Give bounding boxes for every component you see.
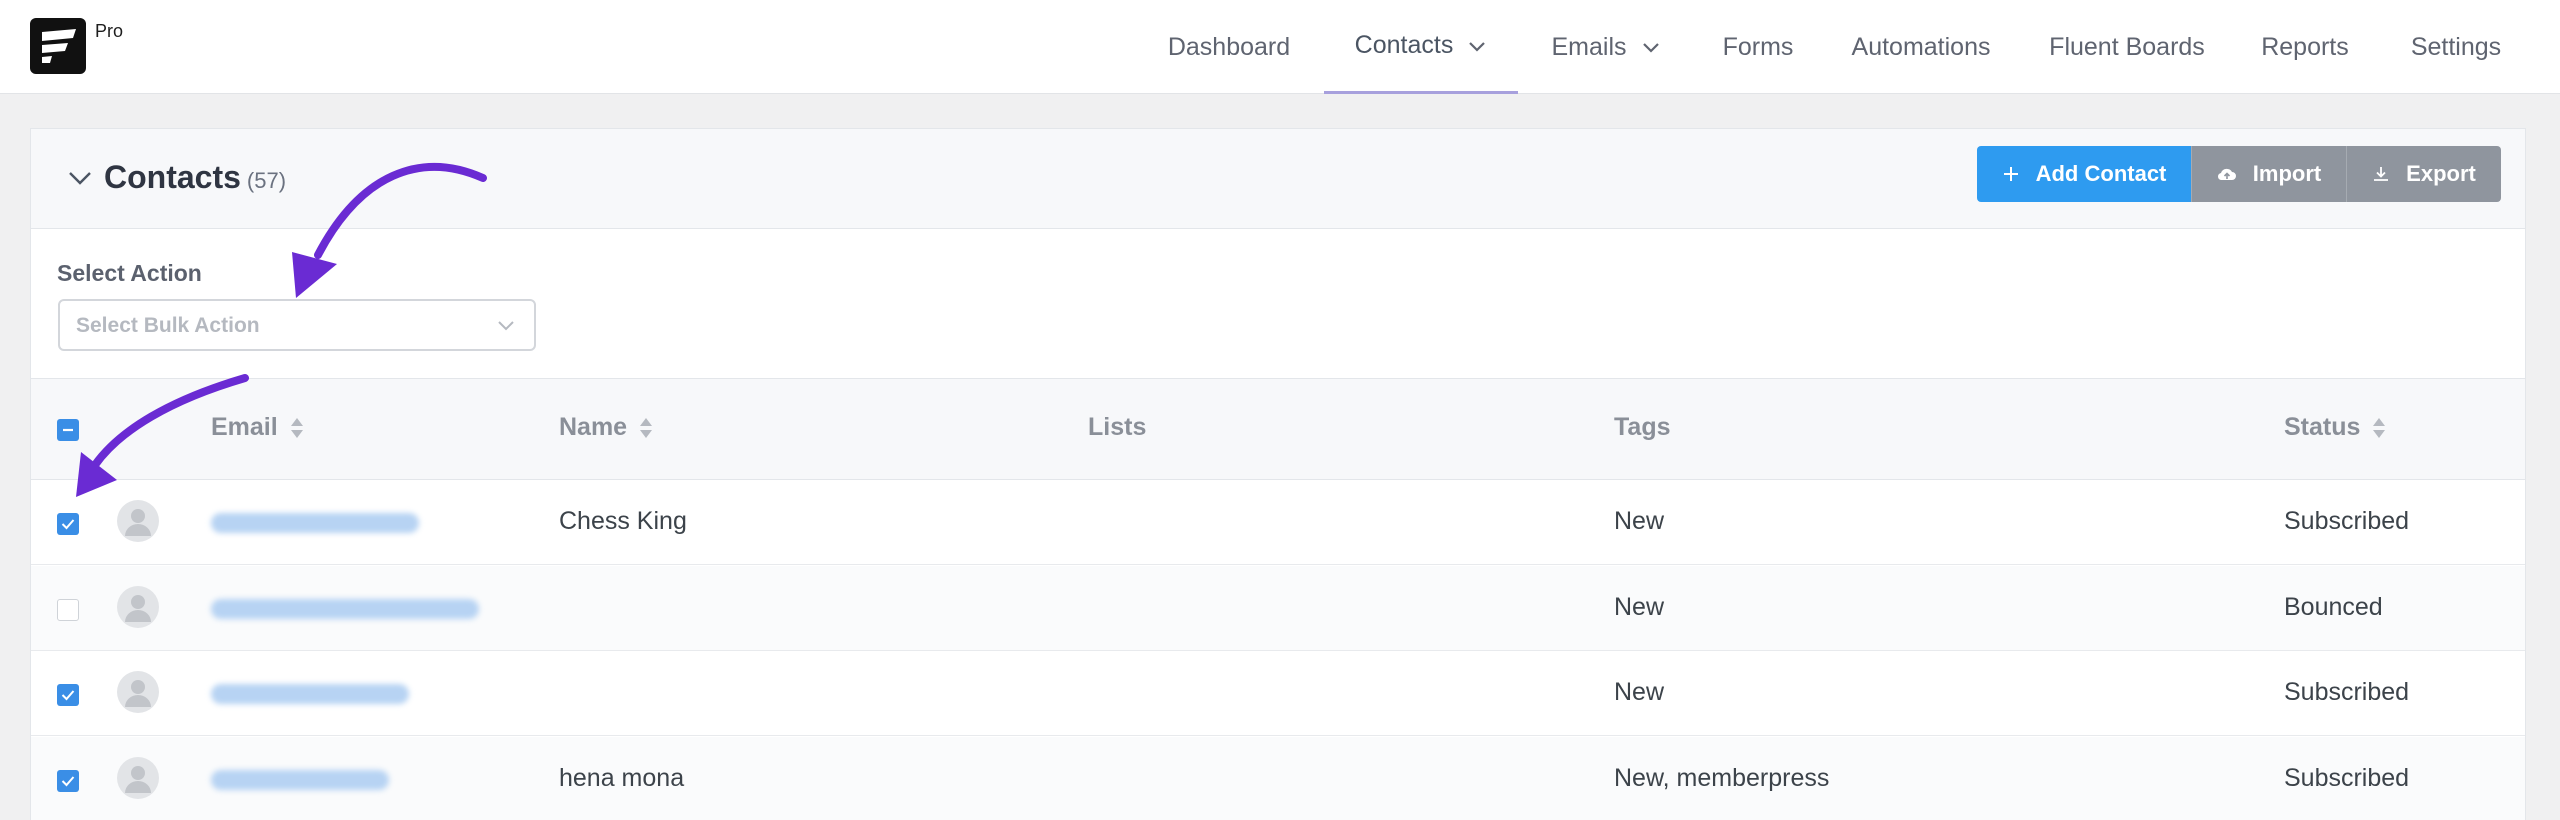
nav-fluent-boards-label: Fluent Boards bbox=[2049, 32, 2205, 61]
add-contact-label: Add Contact bbox=[2035, 161, 2167, 186]
nav-fluent-boards[interactable]: Fluent Boards bbox=[2040, 0, 2214, 94]
email-cell[interactable] bbox=[211, 684, 409, 704]
row-checkbox[interactable] bbox=[57, 684, 79, 706]
column-name-label: Name bbox=[559, 413, 628, 441]
tags-cell: New, memberpress bbox=[1614, 764, 1830, 792]
avatar bbox=[117, 586, 159, 628]
import-label: Import bbox=[2252, 161, 2322, 186]
avatar bbox=[117, 757, 159, 799]
table-row[interactable]: New Bounced bbox=[31, 566, 2525, 651]
status-cell: Subscribed bbox=[2284, 764, 2410, 792]
status-cell: Subscribed bbox=[2284, 678, 2410, 706]
page-title-text: Contacts bbox=[104, 159, 241, 195]
name-cell[interactable]: hena mona bbox=[559, 764, 684, 793]
email-cell[interactable] bbox=[211, 599, 479, 619]
nav-automations[interactable]: Automations bbox=[1840, 0, 2002, 94]
nav-emails[interactable]: Emails bbox=[1536, 0, 1676, 94]
download-icon bbox=[2374, 167, 2389, 181]
email-cell[interactable] bbox=[211, 770, 389, 790]
table-row[interactable]: hena mona New, memberpress Subscribed bbox=[31, 737, 2525, 820]
tags-cell: New bbox=[1614, 593, 1665, 621]
avatar bbox=[117, 500, 159, 542]
chevron-down-icon bbox=[1469, 41, 1486, 52]
header-actions: Add Contact Import Export bbox=[1977, 146, 2501, 202]
status-cell: Bounced bbox=[2284, 593, 2383, 621]
nav-forms-label: Forms bbox=[1722, 32, 1794, 61]
select-all-checkbox[interactable] bbox=[57, 419, 79, 441]
nav-contacts-label: Contacts bbox=[1354, 31, 1454, 59]
bulk-action-placeholder: Select Bulk Action bbox=[76, 314, 260, 337]
export-button[interactable]: Export bbox=[2346, 146, 2501, 202]
cloud-upload-icon bbox=[2217, 168, 2236, 181]
nav-forms[interactable]: Forms bbox=[1708, 0, 1808, 94]
nav-reports-label: Reports bbox=[2261, 32, 2349, 61]
chevron-down-icon bbox=[498, 321, 514, 331]
top-navigation-bar: Pro Dashboard Contacts Emails Forms Auto… bbox=[0, 0, 2560, 94]
bulk-action-select[interactable]: Select Bulk Action bbox=[58, 299, 536, 351]
column-lists: Lists bbox=[1088, 413, 1146, 442]
status-cell: Subscribed bbox=[2284, 507, 2410, 535]
column-email-label: Email bbox=[211, 413, 278, 441]
nav-contacts[interactable]: Contacts bbox=[1324, 0, 1518, 94]
column-name[interactable]: Name bbox=[559, 413, 653, 442]
contacts-card-header: Contacts (57) Add Contact Import Export bbox=[31, 129, 2525, 229]
column-status-label: Status bbox=[2284, 413, 2361, 441]
sort-icon bbox=[2373, 417, 2386, 438]
export-label: Export bbox=[2406, 161, 2476, 186]
sort-icon bbox=[640, 417, 653, 438]
column-email[interactable]: Email bbox=[211, 413, 304, 442]
column-status[interactable]: Status bbox=[2284, 413, 2386, 442]
tags-cell: New bbox=[1614, 507, 1665, 535]
table-row[interactable]: New Subscribed bbox=[31, 651, 2525, 736]
column-lists-label: Lists bbox=[1088, 413, 1147, 441]
nav-emails-label: Emails bbox=[1551, 32, 1627, 61]
fluentcrm-logo[interactable] bbox=[30, 18, 86, 74]
chevron-down-icon[interactable] bbox=[67, 165, 93, 191]
table-row[interactable]: Chess King New Subscribed bbox=[31, 480, 2525, 565]
add-contact-button[interactable]: Add Contact bbox=[1977, 146, 2191, 202]
row-checkbox[interactable] bbox=[57, 770, 79, 792]
avatar bbox=[117, 671, 159, 713]
nav-dashboard[interactable]: Dashboard bbox=[1154, 0, 1304, 94]
chevron-down-icon bbox=[1642, 43, 1659, 53]
nav-reports[interactable]: Reports bbox=[2250, 0, 2360, 94]
select-action-label: Select Action bbox=[57, 260, 202, 286]
sort-icon bbox=[290, 417, 303, 438]
nav-dashboard-label: Dashboard bbox=[1167, 32, 1291, 61]
column-tags-label: Tags bbox=[1614, 413, 1671, 441]
nav-automations-label: Automations bbox=[1851, 32, 1991, 61]
page-title: Contacts (57) bbox=[104, 159, 286, 196]
row-checkbox[interactable] bbox=[57, 599, 79, 621]
contact-count: (57) bbox=[246, 168, 287, 193]
tags-cell: New bbox=[1614, 678, 1665, 706]
contacts-card: Contacts (57) Add Contact Import Export S… bbox=[30, 128, 2526, 820]
name-cell[interactable]: Chess King bbox=[559, 507, 687, 536]
column-tags: Tags bbox=[1614, 413, 1671, 442]
import-button[interactable]: Import bbox=[2191, 146, 2346, 202]
email-cell[interactable] bbox=[211, 513, 419, 533]
pro-badge: Pro bbox=[95, 21, 124, 41]
nav-settings-label: Settings bbox=[2410, 32, 2502, 61]
row-checkbox[interactable] bbox=[57, 513, 79, 535]
plus-icon bbox=[2003, 167, 2018, 181]
table-header: Email Name Lists Tags Status bbox=[31, 378, 2525, 480]
nav-settings[interactable]: Settings bbox=[2398, 0, 2514, 94]
